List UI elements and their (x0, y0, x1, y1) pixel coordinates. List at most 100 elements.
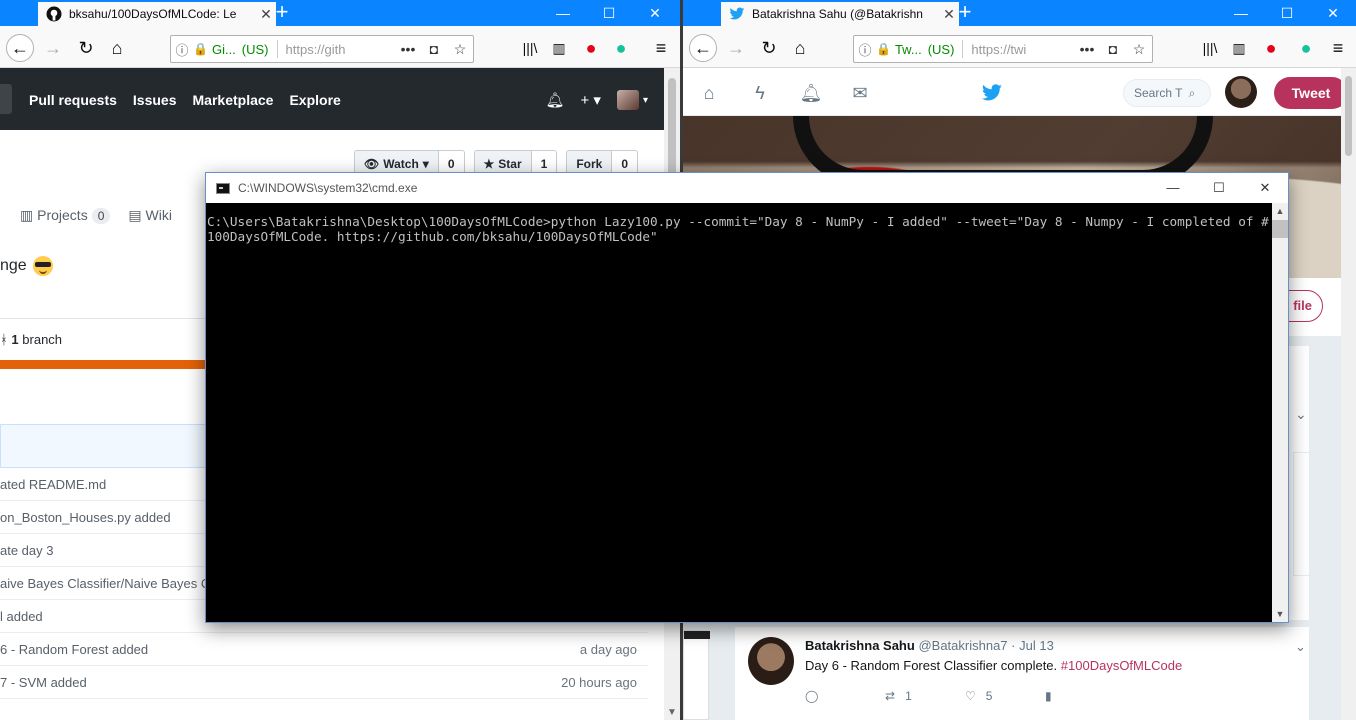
search-icon[interactable]: ⌕ (1189, 86, 1196, 100)
commit-message[interactable]: ated README.md (0, 477, 106, 492)
tab-wiki[interactable]: ▤ Wiki (128, 207, 172, 224)
bookmark-star-icon[interactable]: ☆ (447, 41, 473, 58)
file-row[interactable]: 7 - SVM added 20 hours ago (0, 666, 648, 699)
tweet-hashtag[interactable]: #100DaysOfMLCode (1061, 658, 1182, 673)
home-icon[interactable]: ⌂ (787, 35, 813, 61)
tab-github[interactable]: bksahu/100DaysOfMLCode: Le ✕ (38, 0, 276, 26)
close-window-icon[interactable]: ✕ (1310, 0, 1356, 26)
sidebar-icon[interactable]: ▥ (546, 35, 572, 61)
scroll-up-icon[interactable]: ▲ (1272, 206, 1288, 216)
tweet-menu-chevron-icon[interactable]: ⌄ (1295, 639, 1306, 655)
commit-message[interactable]: 6 - Random Forest added (0, 642, 148, 657)
nav-issues[interactable]: Issues (133, 92, 177, 108)
pocket-icon[interactable]: ◘ (1100, 41, 1126, 57)
commit-message[interactable]: ate day 3 (0, 543, 54, 558)
info-icon[interactable]: ⓘ (171, 40, 193, 59)
commit-message[interactable]: on_Boston_Houses.py added (0, 510, 171, 525)
reload-icon[interactable]: ↻ (73, 35, 99, 61)
info-icon[interactable]: ⓘ (854, 40, 876, 59)
scrollbar-thumb[interactable] (1272, 220, 1288, 238)
new-tab-button[interactable]: + (270, 1, 294, 25)
tweet-handle[interactable]: @Batakrishna7 (918, 638, 1007, 653)
nav-explore[interactable]: Explore (289, 92, 340, 108)
cmd-window-controls: — ☐ ✕ (1150, 173, 1288, 203)
search-input[interactable]: Search T ⌕ (1123, 79, 1211, 107)
scrollbar-thumb[interactable] (1345, 76, 1352, 156)
file-row[interactable]: 6 - Random Forest added a day ago (0, 633, 648, 666)
like-button[interactable]: ♡ 5 (965, 689, 1045, 703)
cmd-title: C:\WINDOWS\system32\cmd.exe (238, 181, 418, 195)
avatar[interactable] (1225, 76, 1257, 108)
minimize-icon[interactable]: — (540, 0, 586, 26)
cmd-title-bar[interactable]: C:\WINDOWS\system32\cmd.exe — ☐ ✕ (206, 173, 1288, 203)
commit-message[interactable]: l added (0, 609, 43, 624)
star-label: Star (498, 157, 522, 171)
analytics-button[interactable]: ▮ (1045, 689, 1125, 703)
page-actions-icon[interactable]: ••• (395, 41, 421, 57)
new-tab-button[interactable]: + (953, 1, 977, 25)
eye-icon: 👁︎ (364, 157, 380, 171)
moments-lightning-icon[interactable]: ϟ (749, 82, 771, 104)
sidebar-icon[interactable]: ▥ (1226, 35, 1252, 61)
menu-icon[interactable]: ≡ (1325, 35, 1351, 61)
bookmark-star-icon[interactable]: ☆ (1126, 41, 1152, 58)
user-menu[interactable]: ▾ (616, 90, 648, 110)
nav-marketplace[interactable]: Marketplace (193, 92, 274, 108)
notifications-bell-icon[interactable]: 🔔︎ (545, 91, 564, 109)
window-controls: — ☐ ✕ (540, 0, 678, 26)
back-icon[interactable]: ← (6, 34, 34, 62)
commit-message[interactable]: 7 - SVM added (0, 675, 87, 690)
notifications-bell-icon[interactable]: 🔔︎ (800, 82, 823, 104)
search-input[interactable] (0, 84, 12, 114)
create-new-icon[interactable]: + ▾ (581, 91, 601, 109)
grammarly-icon[interactable]: ● (608, 35, 634, 61)
scroll-down-icon[interactable]: ▼ (1272, 609, 1288, 619)
tweet[interactable]: Batakrishna Sahu @Batakrishna7 · Jul 13 … (735, 626, 1309, 720)
branch-summary[interactable]: ᚼ 1 branch (0, 332, 62, 347)
page-actions-icon[interactable]: ••• (1074, 41, 1100, 57)
cmd-output[interactable]: C:\Users\Batakrishna\Desktop\100DaysOfML… (206, 214, 1272, 614)
tab-twitter[interactable]: Batakrishna Sahu (@Batakrishn ✕ (721, 0, 959, 26)
back-icon[interactable]: ← (689, 34, 717, 62)
close-window-icon[interactable]: ✕ (1242, 173, 1288, 203)
tab-projects[interactable]: ▥ Projects 0 (20, 207, 111, 224)
maximize-icon[interactable]: ☐ (1196, 173, 1242, 203)
command-prompt-window[interactable]: C:\WINDOWS\system32\cmd.exe — ☐ ✕ C:\Use… (205, 172, 1289, 623)
forward-icon[interactable]: → (40, 35, 66, 61)
minimize-icon[interactable]: — (1218, 0, 1264, 26)
opera-icon[interactable]: ● (578, 35, 604, 61)
twitter-logo-icon[interactable] (981, 82, 1003, 104)
twitter-bird-icon (729, 6, 745, 22)
tweet-button[interactable]: Tweet (1274, 77, 1348, 109)
library-icon[interactable]: |||\ (517, 35, 543, 61)
avatar[interactable] (748, 637, 794, 685)
menu-icon[interactable]: ≡ (648, 35, 674, 61)
page-scrollbar[interactable] (1341, 68, 1356, 720)
close-window-icon[interactable]: ✕ (632, 0, 678, 26)
tweet-date[interactable]: Jul 13 (1019, 638, 1054, 653)
opera-icon[interactable]: ● (1258, 35, 1284, 61)
tweet-author-name[interactable]: Batakrishna Sahu (805, 638, 915, 653)
cmd-scrollbar[interactable]: ▲ ▼ (1272, 203, 1288, 622)
forward-icon[interactable]: → (723, 35, 749, 61)
url-bar[interactable]: ⓘ 🔒 Tw... (US) https://twi ••• ◘ ☆ (853, 35, 1153, 63)
github-header-actions: 🔔︎ + ▾ ▾ (545, 90, 648, 110)
home-icon[interactable]: ⌂ (698, 82, 720, 104)
chevron-down-icon: ▾ (422, 157, 429, 171)
scroll-down-icon[interactable]: ▼ (664, 707, 680, 718)
grammarly-icon[interactable]: ● (1293, 35, 1319, 61)
maximize-icon[interactable]: ☐ (1264, 0, 1310, 26)
url-bar[interactable]: ⓘ 🔒 Gi... (US) https://gith ••• ◘ ☆ (170, 35, 474, 63)
maximize-icon[interactable]: ☐ (586, 0, 632, 26)
pocket-icon[interactable]: ◘ (421, 41, 447, 57)
chevron-down-icon[interactable]: ⌄ (1295, 406, 1307, 423)
minimize-icon[interactable]: — (1150, 173, 1196, 203)
commit-message[interactable]: aive Bayes Classifier/Naive Bayes C (0, 576, 210, 591)
reply-button[interactable]: ◯ (805, 689, 885, 703)
home-icon[interactable]: ⌂ (104, 35, 130, 61)
nav-pull-requests[interactable]: Pull requests (29, 92, 117, 108)
reload-icon[interactable]: ↻ (756, 35, 782, 61)
retweet-button[interactable]: ⇄ 1 (885, 689, 965, 703)
messages-envelope-icon[interactable]: ✉ (849, 82, 871, 104)
library-icon[interactable]: |||\ (1197, 35, 1223, 61)
